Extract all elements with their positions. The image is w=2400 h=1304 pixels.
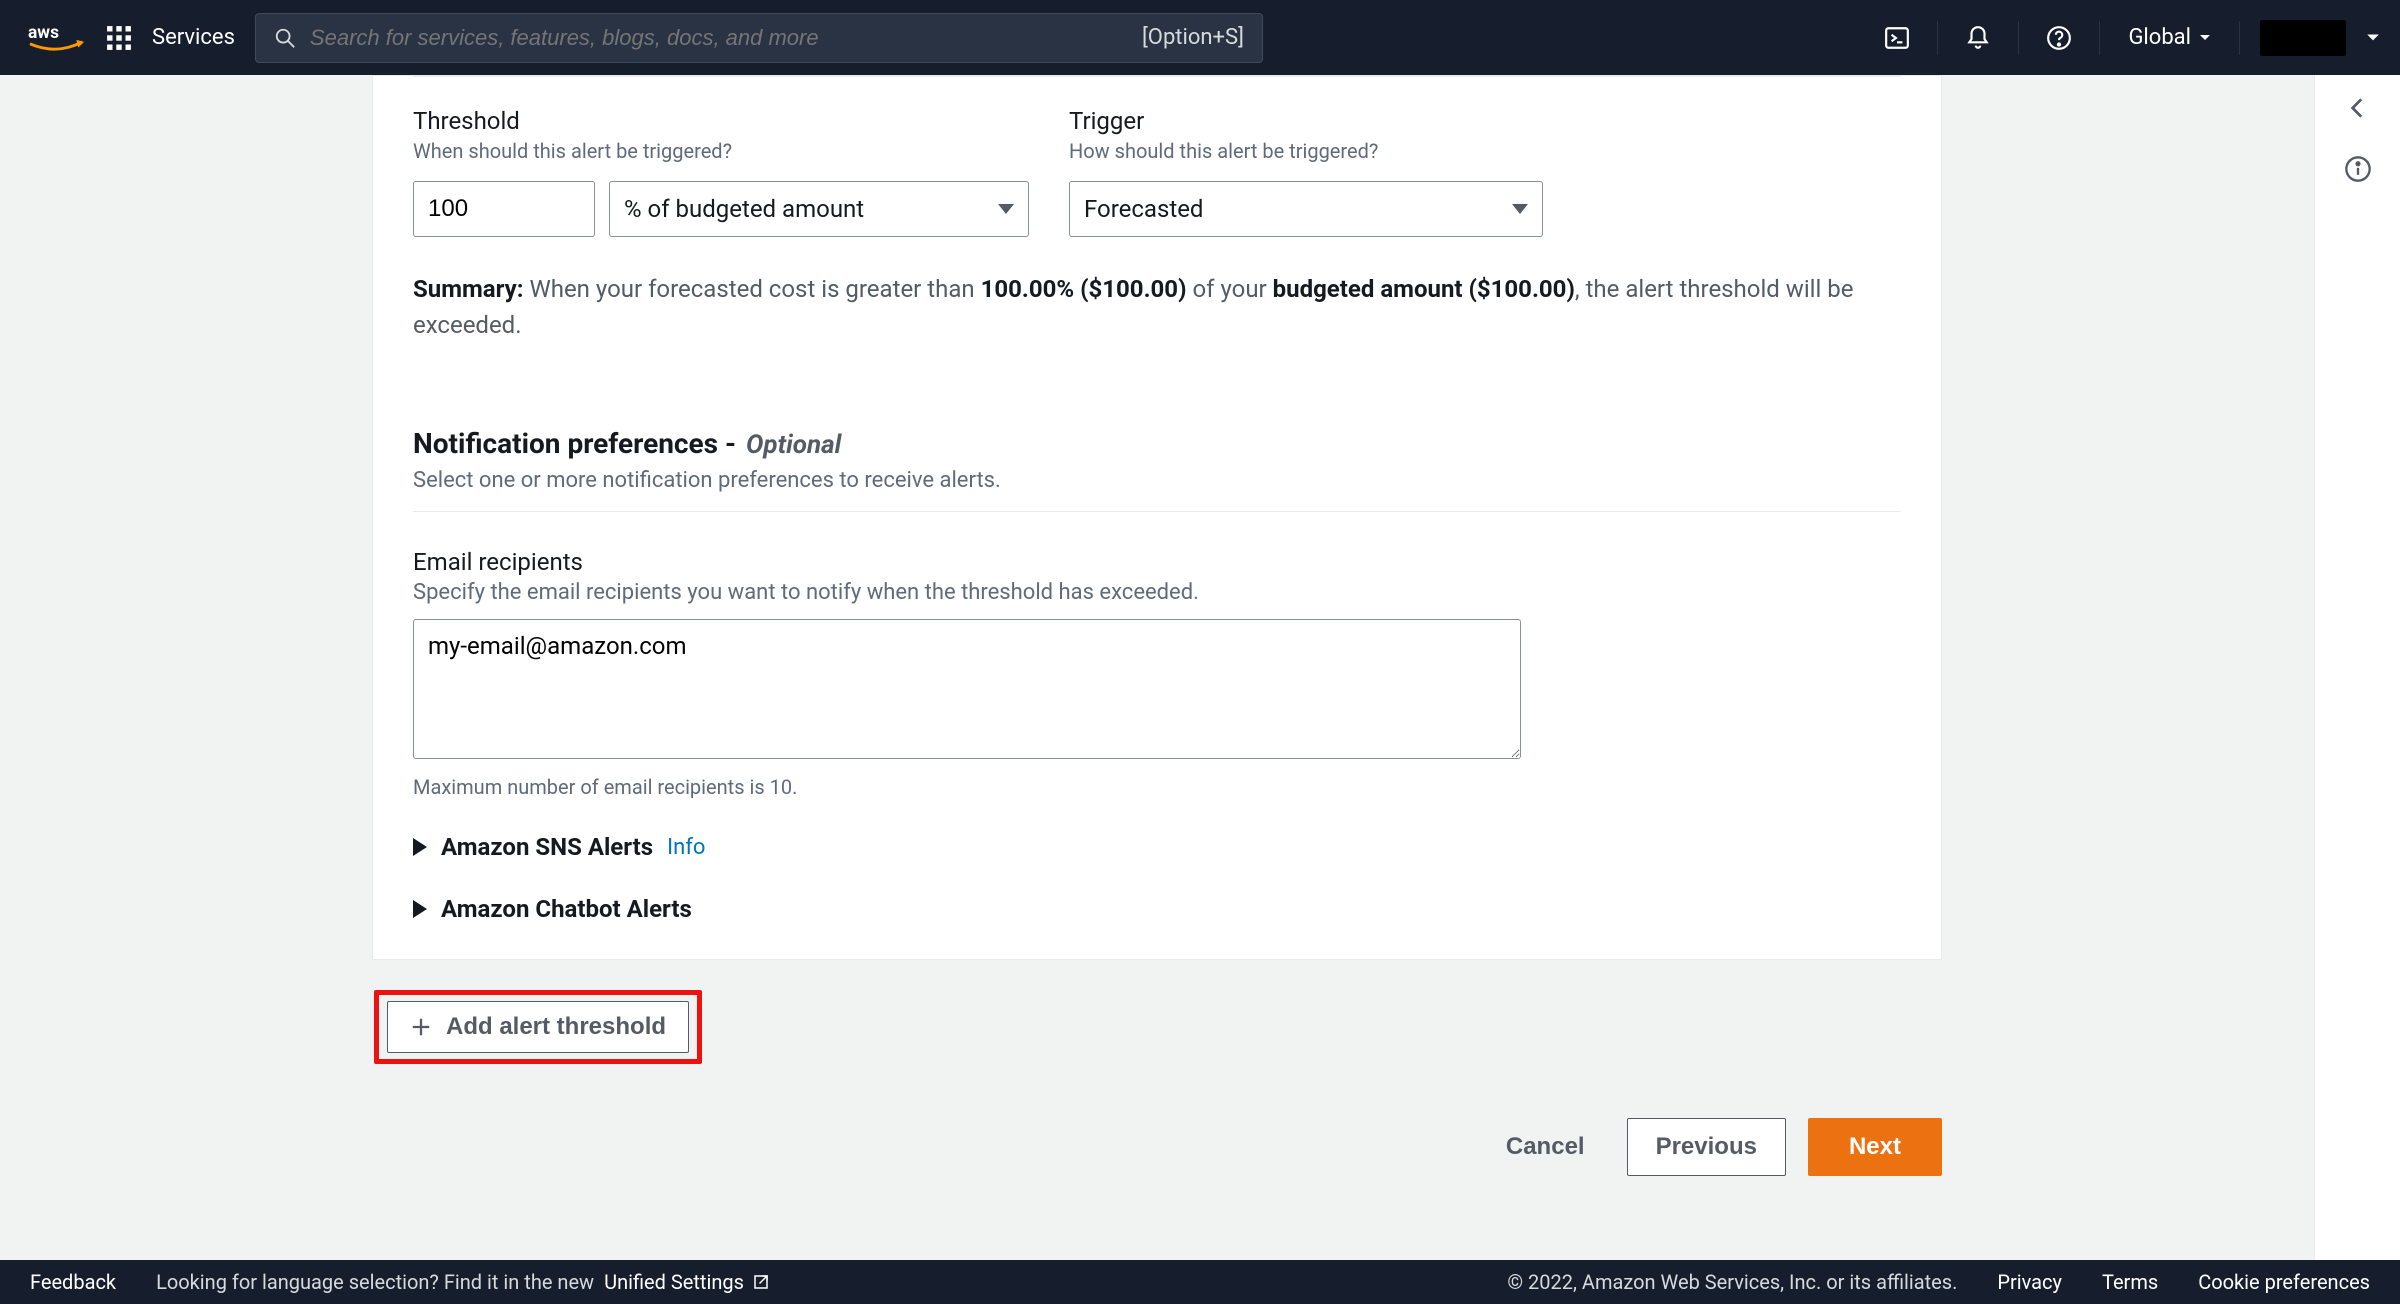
trigger-label: Trigger	[1069, 107, 1543, 135]
search-icon	[274, 27, 296, 49]
email-recipients-help: Specify the email recipients you want to…	[413, 580, 1901, 605]
services-grid-icon[interactable]	[106, 25, 132, 51]
help-panel-collapsed	[2314, 75, 2400, 1260]
sns-info-link[interactable]: Info	[667, 835, 705, 860]
plus-icon	[410, 1016, 432, 1038]
trigger-select[interactable]: Forecasted	[1069, 181, 1543, 237]
email-recipients-textarea[interactable]	[413, 619, 1521, 759]
caret-down-icon	[1512, 204, 1528, 214]
footer-bar: Feedback Looking for language selection?…	[0, 1260, 2400, 1304]
threshold-summary: Summary: When your forecasted cost is gr…	[413, 271, 1901, 343]
sns-alerts-expander[interactable]: Amazon SNS Alerts Info	[413, 833, 1901, 861]
top-nav: aws Services [Option+S] Global	[0, 0, 2400, 75]
threshold-unit-select[interactable]: % of budgeted amount	[609, 181, 1029, 237]
cookie-preferences-link[interactable]: Cookie preferences	[2198, 1270, 2370, 1294]
alert-threshold-panel: Threshold When should this alert be trig…	[372, 75, 1942, 960]
add-alert-threshold-button[interactable]: Add alert threshold	[387, 1001, 689, 1053]
email-recipients-limit: Maximum number of email recipients is 10…	[413, 775, 1901, 799]
threshold-label: Threshold	[413, 107, 1029, 135]
open-panel-icon[interactable]	[2345, 95, 2371, 127]
highlight-box: Add alert threshold	[374, 990, 702, 1064]
global-search[interactable]: [Option+S]	[255, 13, 1263, 63]
privacy-link[interactable]: Privacy	[1997, 1270, 2062, 1294]
email-recipients-label: Email recipients	[413, 548, 1901, 576]
triangle-right-icon	[413, 900, 427, 918]
next-button[interactable]: Next	[1808, 1118, 1942, 1176]
chatbot-alerts-expander[interactable]: Amazon Chatbot Alerts	[413, 895, 1901, 923]
help-icon[interactable]	[2039, 18, 2079, 58]
services-label[interactable]: Services	[152, 25, 235, 50]
account-caret-icon	[2366, 33, 2380, 43]
search-input[interactable]	[310, 25, 1128, 51]
caret-down-icon	[998, 204, 1014, 214]
notifications-icon[interactable]	[1958, 18, 1998, 58]
search-shortcut: [Option+S]	[1142, 25, 1244, 50]
wizard-footer-buttons: Cancel Previous Next	[372, 1118, 1942, 1176]
info-icon[interactable]	[2344, 155, 2372, 189]
unified-settings-link[interactable]: Unified Settings	[604, 1270, 770, 1294]
threshold-help: When should this alert be triggered?	[413, 139, 1029, 163]
cancel-button[interactable]: Cancel	[1486, 1119, 1605, 1175]
threshold-value-input[interactable]	[413, 181, 595, 237]
cloudshell-icon[interactable]	[1877, 18, 1917, 58]
previous-button[interactable]: Previous	[1627, 1118, 1786, 1176]
feedback-link[interactable]: Feedback	[30, 1270, 116, 1294]
page-content: Threshold When should this alert be trig…	[0, 75, 2314, 1260]
language-hint: Looking for language selection? Find it …	[156, 1270, 770, 1294]
notification-preferences-subtitle: Select one or more notification preferen…	[413, 468, 1901, 493]
terms-link[interactable]: Terms	[2102, 1270, 2158, 1294]
account-menu[interactable]	[2260, 20, 2346, 56]
trigger-help: How should this alert be triggered?	[1069, 139, 1543, 163]
triangle-right-icon	[413, 838, 427, 856]
svg-text:aws: aws	[28, 23, 59, 43]
external-link-icon	[752, 1273, 770, 1291]
region-selector[interactable]: Global	[2120, 25, 2219, 50]
copyright-text: © 2022, Amazon Web Services, Inc. or its…	[1507, 1270, 1957, 1294]
notification-preferences-heading: Notification preferences - Optional	[413, 427, 1901, 460]
aws-logo[interactable]: aws	[28, 20, 86, 56]
caret-down-icon	[2199, 34, 2211, 42]
